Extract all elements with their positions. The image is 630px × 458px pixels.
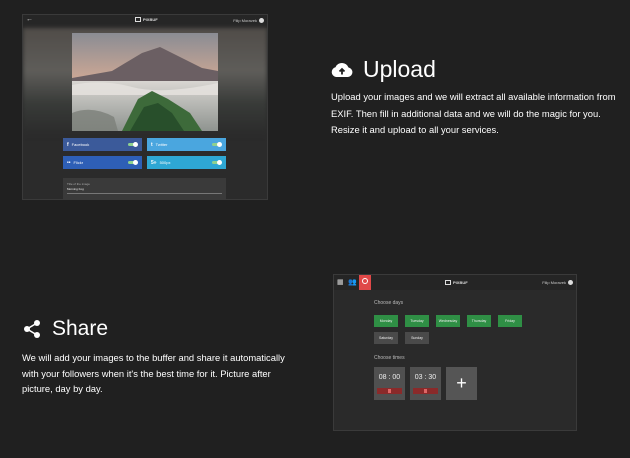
app-logo: PIXBUF: [135, 17, 158, 22]
upload-description: Upload your images and we will extract a…: [331, 91, 616, 135]
user-name: Filip Moravek: [233, 18, 257, 23]
user-menu[interactable]: Filip Moravek: [233, 18, 264, 23]
logo-icon: [445, 280, 451, 285]
service-label: 500px: [159, 160, 171, 165]
time-value[interactable]: 08 : 00: [374, 374, 405, 381]
upload-title: Upload: [363, 56, 436, 82]
cloud-upload-icon: [331, 62, 353, 77]
app-topbar: ← PIXBUF Filip Moravek: [23, 15, 267, 28]
flickr-icon: ••: [67, 159, 71, 166]
back-arrow-icon[interactable]: ←: [26, 16, 33, 23]
landscape-photo: [72, 33, 218, 131]
avatar-icon: [259, 18, 264, 23]
day-label: Sunday: [411, 336, 423, 340]
service-label: Flickr: [73, 160, 84, 165]
plus-icon: +: [456, 373, 467, 393]
day-label: Saturday: [378, 336, 393, 340]
share-icon: [24, 320, 40, 338]
choose-times-label: Choose times: [374, 355, 405, 361]
grid-icon[interactable]: ▦: [337, 278, 344, 286]
field-value[interactable]: Morning Fog: [67, 187, 84, 191]
choose-days-label: Choose days: [374, 300, 404, 306]
day-monday[interactable]: Monday: [374, 315, 398, 327]
share-title: Share: [52, 317, 109, 340]
user-name: Filip Moravek: [542, 280, 566, 285]
day-label: Friday: [505, 319, 515, 323]
share-screenshot: ▦ 👥 PIXBUF Filip Moravek Choose days Mon…: [333, 274, 577, 431]
share-heading: Share: [22, 317, 108, 341]
500px-icon: 5»: [151, 159, 157, 166]
flickr-toggle[interactable]: [128, 160, 138, 165]
service-label: Facebook: [71, 142, 90, 147]
time-slot[interactable]: 08 : 00: [374, 367, 405, 400]
avatar-icon: [568, 280, 573, 285]
app-topbar: ▦ 👥 PIXBUF Filip Moravek: [334, 275, 576, 290]
twitter-icon: t: [151, 141, 153, 148]
delete-time-button[interactable]: [377, 388, 402, 394]
service-tile-twitter[interactable]: t Twitter: [147, 138, 226, 151]
app-logo: PIXBUF: [445, 280, 468, 285]
day-label: Wednesday: [438, 319, 458, 323]
day-wednesday[interactable]: Wednesday: [436, 315, 460, 327]
share-description: We will add your images to the buffer an…: [22, 352, 285, 394]
day-label: Tuesday: [410, 319, 424, 323]
service-tile-flickr[interactable]: •• Flickr: [63, 156, 142, 169]
twitter-toggle[interactable]: [212, 142, 222, 147]
service-tile-500px[interactable]: 5» 500px: [147, 156, 226, 169]
facebook-toggle[interactable]: [128, 142, 138, 147]
user-menu[interactable]: Filip Moravek: [542, 280, 573, 285]
service-label: Twitter: [155, 142, 168, 147]
people-icon[interactable]: 👥: [348, 278, 357, 286]
time-slot[interactable]: 03 : 30: [410, 367, 441, 400]
day-thursday[interactable]: Thursday: [467, 315, 491, 327]
schedule-tab[interactable]: [359, 275, 371, 290]
day-label: Thursday: [471, 319, 487, 323]
app-name: PIXBUF: [453, 280, 468, 285]
field-label: Title of the image: [67, 182, 90, 186]
day-friday[interactable]: Friday: [498, 315, 522, 327]
upload-screenshot: ← PIXBUF Filip Moravek f Facebook t Twit…: [22, 14, 268, 200]
service-tile-facebook[interactable]: f Facebook: [63, 138, 142, 151]
delete-time-button[interactable]: [413, 388, 438, 394]
field-underline: [67, 193, 222, 194]
image-title-field[interactable]: Title of the image Morning Fog: [63, 178, 226, 199]
day-label: Monday: [379, 319, 393, 323]
500px-toggle[interactable]: [212, 160, 222, 165]
day-sunday[interactable]: Sunday: [405, 332, 429, 344]
upload-heading: Upload: [331, 56, 436, 83]
add-time-button[interactable]: +: [446, 367, 477, 400]
time-value[interactable]: 03 : 30: [410, 374, 441, 381]
clock-icon: [362, 278, 368, 284]
app-name: PIXBUF: [143, 17, 158, 22]
logo-icon: [135, 17, 141, 22]
day-saturday[interactable]: Saturday: [374, 332, 398, 344]
day-tuesday[interactable]: Tuesday: [405, 315, 429, 327]
facebook-icon: f: [67, 141, 69, 148]
